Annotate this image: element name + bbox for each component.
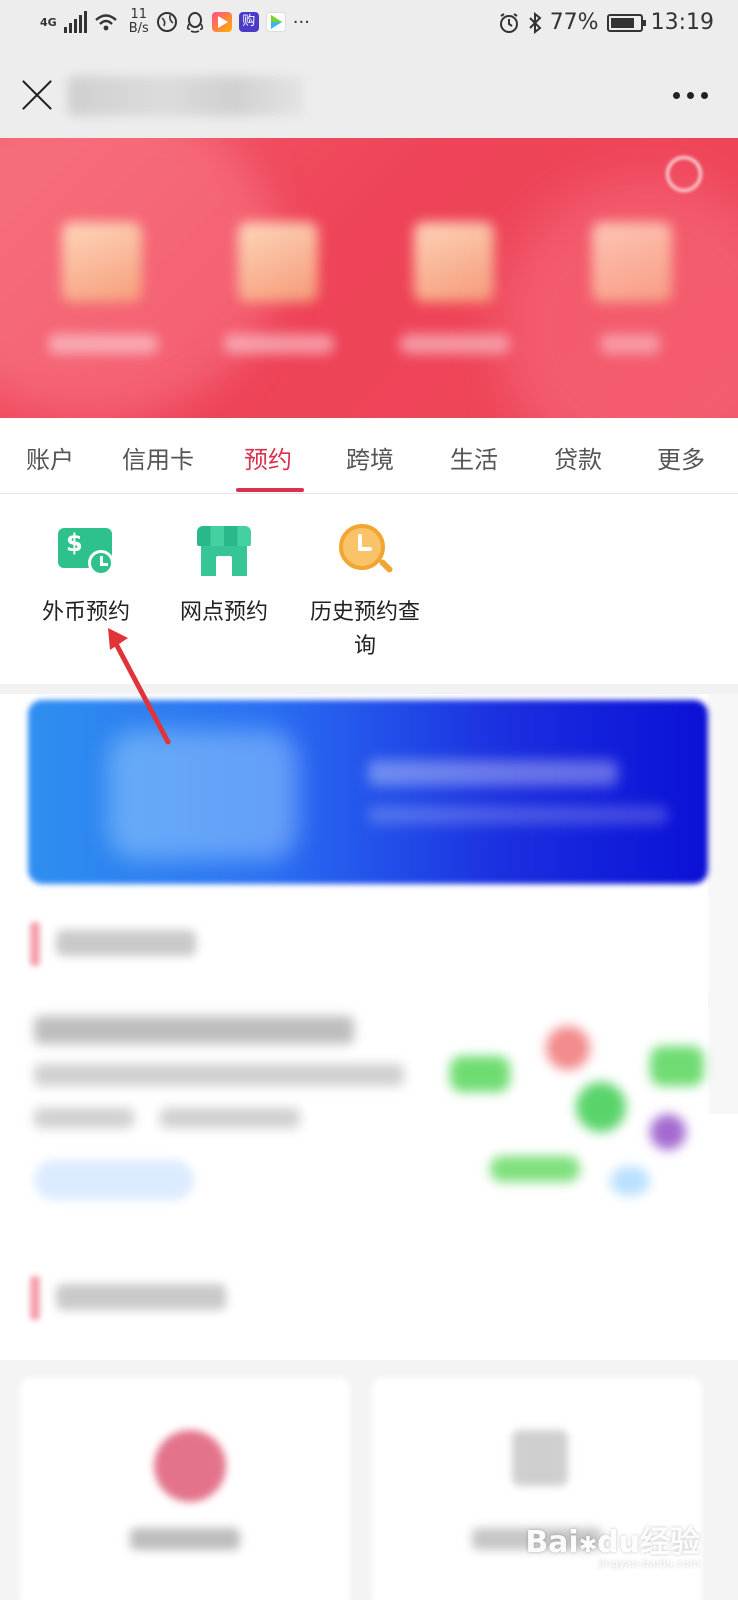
search-icon[interactable]: [666, 156, 702, 192]
net-speed-unit: B/s: [128, 21, 149, 36]
tab-cross-border[interactable]: 跨境: [346, 440, 394, 475]
status-right: 77% 13:19: [498, 10, 714, 35]
play-app-icon: [265, 12, 286, 32]
close-icon[interactable]: [20, 78, 54, 112]
service-label: 历史预约查询: [309, 600, 420, 659]
active-tab-indicator: [236, 488, 304, 492]
wifi-icon: [94, 14, 117, 31]
side-peek: [708, 694, 738, 1114]
branch-store-icon: [194, 522, 254, 580]
battery-icon: [606, 13, 646, 32]
battery-percent: 77%: [549, 10, 599, 35]
annotation-arrow: [108, 628, 171, 745]
status-overflow: ···: [292, 11, 310, 33]
more-icon[interactable]: [673, 92, 708, 99]
banner-shortcut-label: [600, 334, 660, 354]
tab-life[interactable]: 生活: [450, 440, 498, 475]
section-header: [10, 896, 708, 996]
banner-shortcut-icon[interactable]: [238, 222, 318, 302]
service-label: 外币预约: [41, 600, 130, 625]
history-search-icon: [335, 522, 395, 580]
signal-icon: [63, 11, 87, 33]
service-foreign-currency[interactable]: $ 外币预约: [36, 522, 136, 630]
banner-shortcut-icon[interactable]: [62, 222, 142, 302]
banner-shortcut-label: [224, 334, 334, 354]
shopping-app-icon: 购: [238, 12, 259, 32]
tab-loan[interactable]: 贷款: [554, 440, 602, 475]
foreign-currency-icon: $: [56, 522, 116, 580]
tab-more[interactable]: 更多: [657, 440, 705, 475]
banner-shortcut-icon[interactable]: [592, 222, 672, 302]
globe-icon: [156, 12, 177, 32]
section-header: [10, 1250, 708, 1350]
title-bar: [0, 50, 738, 138]
tab-account[interactable]: 账户: [26, 440, 74, 475]
tab-appointment[interactable]: 预约: [244, 440, 292, 475]
paw-icon: ✱: [578, 1533, 598, 1558]
banner-shortcut-label: [48, 334, 158, 354]
bluetooth-icon: [528, 11, 542, 34]
service-label: 网点预约: [179, 600, 268, 625]
branch-card[interactable]: [10, 1006, 708, 1232]
banner-shortcut-label: [400, 334, 510, 354]
baidu-watermark: Bai✱du经验 jingyan.baidu.com: [525, 1517, 700, 1570]
clock-time: 13:19: [650, 10, 714, 35]
status-bar: 4G 11 B/s 购 ··· 77% 13:19: [0, 0, 738, 50]
net-speed: 11 B/s: [129, 8, 149, 36]
page-title-blurred: [68, 76, 304, 116]
service-branch[interactable]: 网点预约: [174, 522, 274, 630]
net-speed-value: 11: [130, 7, 147, 22]
network-type: 4G: [40, 15, 57, 29]
banner-shortcut-icon[interactable]: [414, 222, 494, 302]
qq-icon: [186, 12, 203, 33]
tab-credit-card[interactable]: 信用卡: [122, 440, 194, 475]
service-history[interactable]: 历史预约查询: [300, 522, 430, 664]
alarm-icon: [499, 12, 518, 33]
feature-card[interactable]: [20, 1378, 350, 1600]
video-app-icon: [211, 12, 232, 32]
category-tabs: 账户 信用卡 预约 跨境 生活 贷款 更多: [0, 418, 738, 494]
header-banner: [0, 138, 738, 418]
watermark-cn: 经验: [640, 1525, 700, 1560]
status-left: 4G 11 B/s 购 ···: [40, 8, 310, 36]
app-screen: 4G 11 B/s 购 ··· 77% 13:19 账户 信用卡 预约 跨境 生…: [0, 0, 738, 1600]
watermark-brand: Bai: [525, 1525, 579, 1560]
map-thumbnail: [450, 1026, 708, 1216]
watermark-brand2: du: [597, 1525, 640, 1560]
